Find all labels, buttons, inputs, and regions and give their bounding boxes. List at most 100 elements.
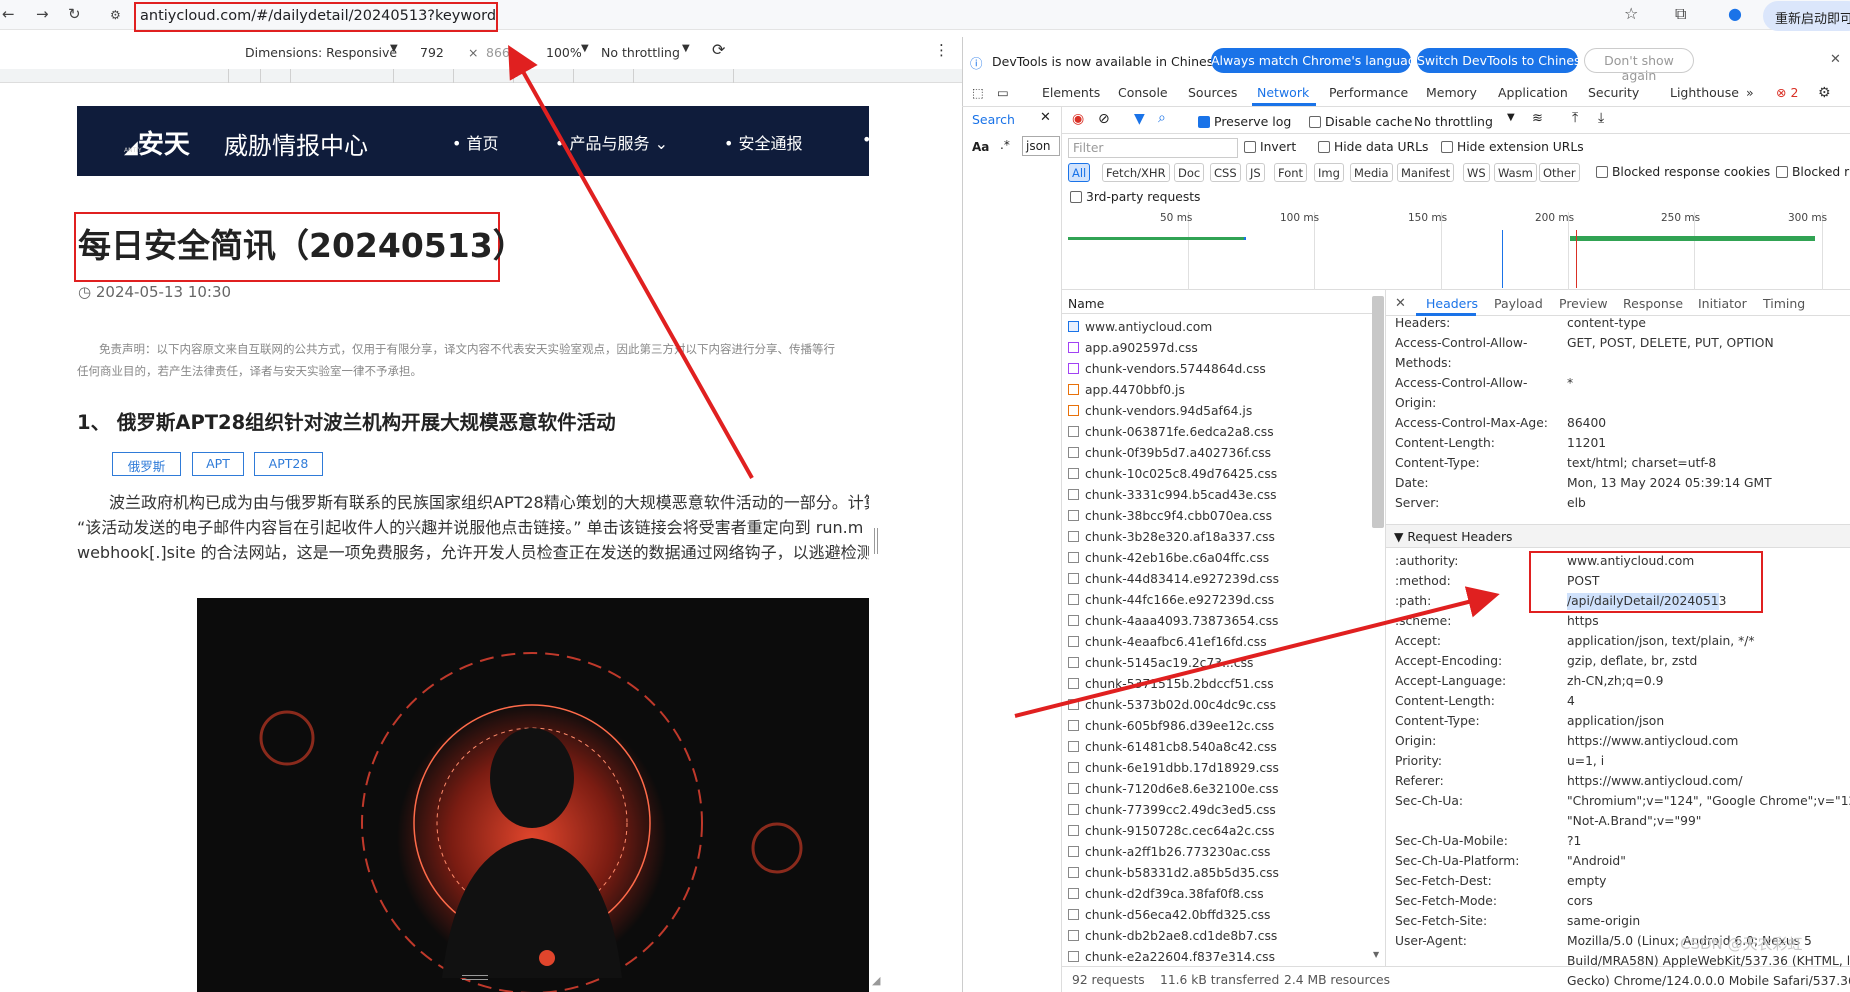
disable-cache-checkbox[interactable]: Disable cache (1309, 114, 1412, 129)
blocked-cookies-checkbox[interactable]: Blocked response cookies (1596, 165, 1770, 179)
request-row[interactable]: chunk-vendors.5744864d.css (1068, 362, 1266, 376)
request-row[interactable]: chunk-9150728c.cec64a2c.css (1068, 824, 1274, 838)
reload-icon[interactable]: ↻ (68, 5, 81, 23)
request-row[interactable]: chunk-61481cb8.540a8c42.css (1068, 740, 1277, 754)
filter-manifest[interactable]: Manifest (1397, 163, 1455, 182)
error-badge[interactable]: ⊗ 2 (1776, 85, 1798, 100)
request-row[interactable]: chunk-3b28e320.af18a337.css (1068, 530, 1275, 544)
filter-ws[interactable]: WS (1463, 163, 1490, 182)
request-headers-section[interactable]: ▼ Request Headers (1386, 524, 1850, 548)
corner-resize-icon[interactable]: ◢ (872, 974, 880, 987)
search-icon[interactable]: ⌕ (1158, 110, 1166, 126)
match-case-toggle[interactable]: Aa (972, 140, 989, 154)
media-query-ruler[interactable] (0, 69, 962, 83)
more-options-icon[interactable]: ⋮ (934, 41, 949, 59)
more-tabs-icon[interactable]: » (1746, 85, 1754, 100)
filter-fetch-xhr[interactable]: Fetch/XHR (1102, 163, 1170, 182)
throttling-select[interactable]: No throttling (1414, 114, 1493, 129)
request-row[interactable]: chunk-10c025c8.49d76425.css (1068, 467, 1277, 481)
invert-checkbox[interactable]: Invert (1244, 140, 1296, 154)
request-row[interactable]: chunk-d2df39ca.38faf0f8.css (1068, 887, 1264, 901)
request-row[interactable]: chunk-77399cc2.49dc3ed5.css (1068, 803, 1276, 817)
tab-response[interactable]: Response (1623, 296, 1683, 311)
tab-application[interactable]: Application (1498, 85, 1568, 100)
site-logo[interactable]: ◢安天 (124, 124, 190, 161)
request-row[interactable]: chunk-5145ac19.2c73...css (1068, 656, 1253, 670)
request-row[interactable]: www.antiycloud.com (1068, 320, 1212, 334)
filter-js[interactable]: JS (1246, 163, 1265, 182)
request-row[interactable]: chunk-5373b02d.00c4dc9c.css (1068, 698, 1276, 712)
dont-show-again-button[interactable]: Don't show again (1584, 48, 1694, 83)
filter-input[interactable]: Filter (1068, 138, 1238, 158)
request-row[interactable]: chunk-7120d6e8.6e32100e.css (1068, 782, 1278, 796)
tab-headers[interactable]: Headers (1426, 296, 1478, 311)
request-row[interactable]: chunk-605bf986.d39ee12c.css (1068, 719, 1274, 733)
filter-doc[interactable]: Doc (1174, 163, 1205, 182)
filter-other[interactable]: Other (1539, 163, 1580, 182)
request-row[interactable]: chunk-vendors.94d5af64.js (1068, 404, 1252, 418)
rotate-icon[interactable]: ⟳ (712, 40, 725, 59)
device-toggle-icon[interactable]: ▭ (997, 85, 1009, 100)
dimensions-dropdown[interactable]: Dimensions: Responsive (245, 45, 397, 60)
zoom-dropdown[interactable]: 100% (546, 45, 582, 60)
tab-security[interactable]: Security (1588, 85, 1639, 100)
search-input[interactable]: json (1022, 136, 1060, 156)
tag-russia[interactable]: 俄罗斯 (112, 452, 181, 476)
tab-timing[interactable]: Timing (1763, 296, 1805, 311)
request-row[interactable]: chunk-42eb16be.c6a04ffc.css (1068, 551, 1269, 565)
settings-gear-icon[interactable]: ⚙ (1818, 85, 1831, 101)
tab-payload[interactable]: Payload (1494, 296, 1543, 311)
request-row[interactable]: app.a902597d.css (1068, 341, 1198, 355)
hide-extension-urls-checkbox[interactable]: Hide extension URLs (1441, 140, 1584, 154)
request-row[interactable]: chunk-6e191dbb.17d18929.css (1068, 761, 1279, 775)
request-row[interactable]: chunk-3331c994.b5cad43e.css (1068, 488, 1277, 502)
request-row[interactable]: chunk-a2ff1b26.773230ac.css (1068, 845, 1270, 859)
request-row[interactable]: chunk-b58331d2.a85b5d35.css (1068, 866, 1279, 880)
nav-security-bulletin[interactable]: • 安全通报 (724, 130, 803, 154)
always-match-language-button[interactable]: Always match Chrome's language (1211, 48, 1423, 73)
bottom-resize-handle[interactable] (462, 975, 488, 980)
bookmark-star-icon[interactable]: ☆ (1624, 4, 1638, 23)
switch-to-chinese-button[interactable]: Switch DevTools to Chinese (1417, 48, 1588, 73)
hide-data-urls-checkbox[interactable]: Hide data URLs (1318, 140, 1428, 154)
request-row[interactable]: chunk-0f39b5d7.a402736f.css (1068, 446, 1271, 460)
tab-lighthouse[interactable]: Lighthouse (1670, 85, 1739, 100)
request-row[interactable]: chunk-44d83414.e927239d.css (1068, 572, 1279, 586)
tab-preview[interactable]: Preview (1559, 296, 1608, 311)
nav-more[interactable]: • (862, 130, 871, 149)
close-search-icon[interactable]: ✕ (1040, 110, 1051, 125)
request-row[interactable]: chunk-063871fe.6edca2a8.css (1068, 425, 1274, 439)
tab-performance[interactable]: Performance (1329, 85, 1408, 100)
tab-elements[interactable]: Elements (1042, 85, 1100, 100)
request-row[interactable]: chunk-38bcc9f4.cbb070ea.css (1068, 509, 1272, 523)
profile-icon[interactable]: ● (1728, 4, 1742, 23)
tab-network[interactable]: Network (1257, 85, 1309, 100)
width-input[interactable]: 792 (420, 45, 444, 60)
throttling-dropdown[interactable]: No throttling (601, 45, 680, 60)
tag-apt28[interactable]: APT28 (254, 452, 323, 476)
tab-initiator[interactable]: Initiator (1698, 296, 1747, 311)
request-row[interactable]: chunk-d56eca42.0bffd325.css (1068, 908, 1270, 922)
close-icon[interactable]: ✕ (1830, 52, 1841, 67)
export-har-icon[interactable]: ⤓ (1598, 110, 1604, 126)
request-row[interactable]: chunk-e2a22604.f837e314.css (1068, 950, 1275, 964)
tag-apt[interactable]: APT (192, 452, 244, 476)
request-row[interactable]: app.4470bbf0.js (1068, 383, 1185, 397)
request-list-scrollbar[interactable] (1372, 296, 1384, 528)
address-bar[interactable]: antiycloud.com/#/dailydetail/20240513?ke… (134, 2, 498, 32)
filter-css[interactable]: CSS (1210, 163, 1241, 182)
name-column-header[interactable]: Name (1068, 297, 1104, 311)
network-conditions-icon[interactable]: ≋ (1532, 111, 1543, 126)
request-row[interactable]: chunk-4eaafbc6.41ef16fd.css (1068, 635, 1267, 649)
site-info-icon[interactable]: ⚙ (110, 8, 121, 22)
close-detail-icon[interactable]: ✕ (1395, 296, 1406, 311)
filter-wasm[interactable]: Wasm (1494, 163, 1537, 182)
resize-handle[interactable] (874, 528, 878, 554)
forward-icon[interactable]: → (36, 5, 49, 23)
filter-font[interactable]: Font (1274, 163, 1308, 182)
blocked-requests-checkbox[interactable]: Blocked r (1776, 165, 1849, 179)
record-stop-icon[interactable]: ◉ (1072, 111, 1084, 127)
tab-memory[interactable]: Memory (1426, 85, 1477, 100)
nav-products[interactable]: • 产品与服务 ⌄ (555, 130, 668, 154)
extensions-icon[interactable]: ⧉ (1675, 4, 1686, 24)
